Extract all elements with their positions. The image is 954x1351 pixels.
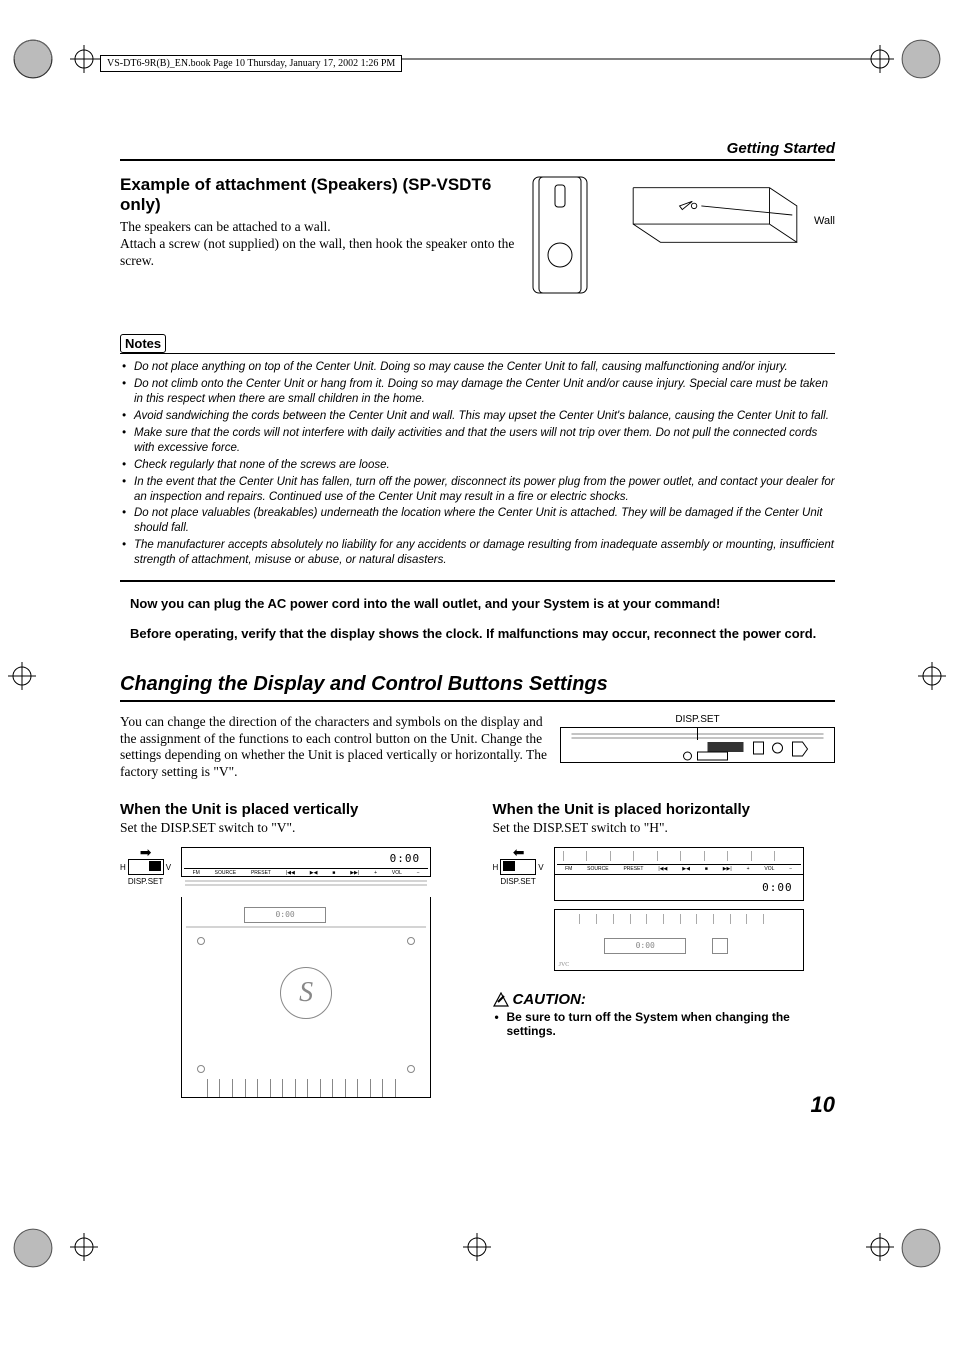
mini-display-time: 0:00 [604, 938, 686, 954]
registration-mark-icon [918, 662, 946, 690]
registration-mark-icon [463, 1233, 491, 1261]
corner-decoration [12, 1227, 54, 1269]
book-page-header: VS-DT6-9R(B)_EN.book Page 10 Thursday, J… [100, 55, 402, 72]
notes-label: Notes [120, 335, 835, 354]
horizontal-instruction: Set the DISP.SET switch to "H". [493, 820, 836, 837]
corner-decoration [900, 1227, 942, 1269]
caution-heading: CAUTION: [493, 991, 836, 1008]
changing-heading: Changing the Display and Control Buttons… [120, 673, 835, 702]
page-number: 10 [811, 1092, 835, 1118]
registration-mark-icon [70, 1233, 98, 1261]
caution-list: Be sure to turn off the System when chan… [493, 1010, 836, 1038]
note-item: In the event that the Center Unit has fa… [120, 475, 835, 505]
note-item: Do not place valuables (breakables) unde… [120, 506, 835, 536]
display-time: 0:00 [762, 881, 793, 894]
mini-display-time: 0:00 [244, 907, 326, 923]
horizontal-heading: When the Unit is placed horizontally [493, 801, 836, 818]
registration-mark-icon [8, 662, 36, 690]
arrow-right-icon: ➡ [120, 847, 171, 857]
note-item: Do not place anything on top of the Cent… [120, 360, 835, 375]
warning-icon [493, 992, 509, 1008]
vertical-heading: When the Unit is placed vertically [120, 801, 463, 818]
arrow-left-icon: ➡ [493, 847, 544, 857]
unit-vertical-figure: 0:00 FMSOURCEPRESET|◀◀▶◀■▶▶|+VOL− 0:00 S [181, 847, 431, 1098]
attachment-heading: Example of attachment (Speakers) (SP-VSD… [120, 175, 515, 215]
display-time: 0:00 [390, 852, 421, 865]
corner-decoration [12, 38, 54, 80]
dispset-switch-v: ➡ H V DISP.SET [120, 847, 171, 886]
attachment-p1: The speakers can be attached to a wall. [120, 219, 515, 236]
attachment-p2: Attach a screw (not supplied) on the wal… [120, 236, 515, 270]
note-item: The manufacturer accepts absolutely no l… [120, 538, 835, 568]
section-header: Getting Started [120, 140, 835, 161]
changing-intro: You can change the direction of the char… [120, 714, 550, 782]
bold-instruction-1: Now you can plug the AC power cord into … [130, 596, 825, 612]
unit-horizontal-figure: FMSOURCEPRESET|◀◀▶◀■▶▶|+VOL− 0:00 0:00 J… [554, 847, 804, 971]
dispset-location-figure: DISP.SET [560, 714, 835, 782]
note-item: Check regularly that none of the screws … [120, 458, 835, 473]
vertical-instruction: Set the DISP.SET switch to "V". [120, 820, 463, 837]
note-item: Avoid sandwiching the cords between the … [120, 409, 835, 424]
caution-item: Be sure to turn off the System when chan… [493, 1010, 836, 1038]
dispset-switch-h: ➡ H V DISP.SET [493, 847, 544, 886]
speaker-diagram [525, 175, 595, 295]
wall-label: Wall [814, 215, 835, 227]
note-item: Do not climb onto the Center Unit or han… [120, 377, 835, 407]
corner-decoration [900, 38, 942, 80]
s-logo-icon: S [280, 967, 332, 1019]
bold-instruction-2: Before operating, verify that the displa… [130, 626, 825, 642]
note-item: Make sure that the cords will not interf… [120, 426, 835, 456]
wall-diagram [615, 175, 815, 255]
notes-list: Do not place anything on top of the Cent… [120, 360, 835, 582]
registration-mark-icon [866, 1233, 894, 1261]
